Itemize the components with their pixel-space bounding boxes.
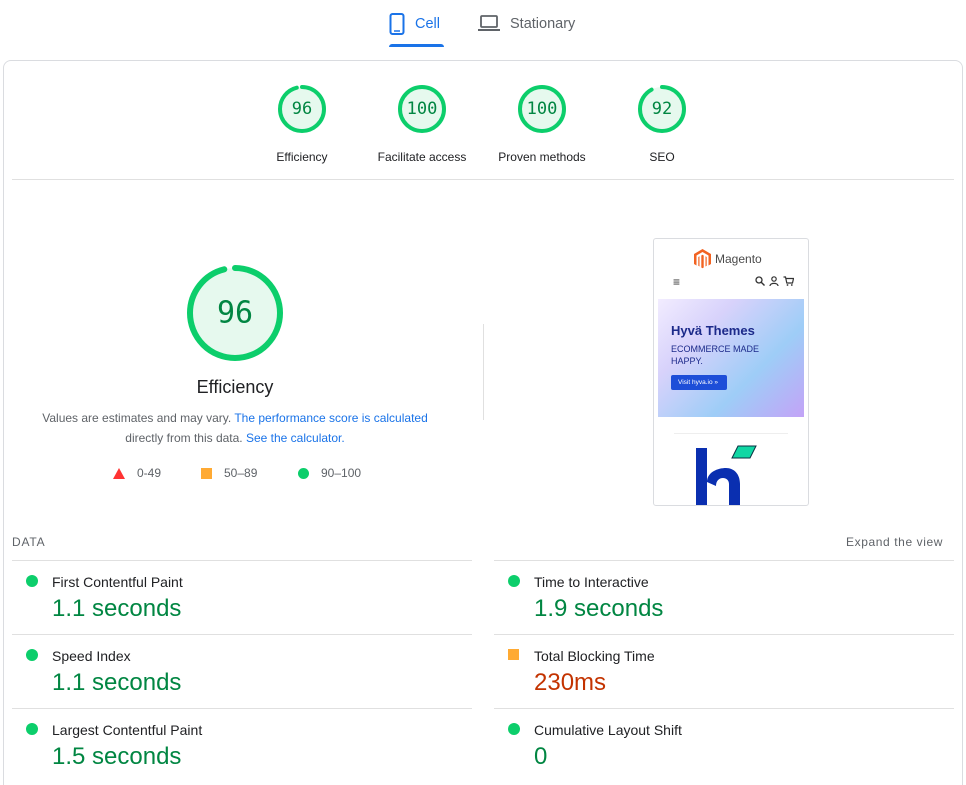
- pass-circle-icon: [26, 649, 38, 661]
- metric-value: 1.1 seconds: [52, 669, 182, 696]
- gauge-score: 92: [652, 99, 672, 119]
- hero-title: Hyvä Themes: [671, 323, 755, 338]
- pass-circle-icon: [508, 723, 520, 735]
- metric-row: Total Blocking Time 230ms: [494, 634, 954, 708]
- user-icon: [769, 276, 779, 286]
- metric-row: Cumulative Layout Shift 0: [494, 708, 954, 782]
- cart-icon: [783, 276, 794, 286]
- metric-value: 230ms: [534, 669, 607, 696]
- gauge-score: 96: [292, 99, 312, 119]
- tab-cell[interactable]: Cell: [389, 0, 444, 47]
- circle-icon: [298, 467, 309, 479]
- menu-icon: ≡: [673, 275, 681, 289]
- metric-name: Largest Contentful Paint: [52, 722, 203, 738]
- desc-text: directly from this data.: [125, 431, 246, 445]
- magento-logo: Magento: [694, 249, 762, 269]
- category-gauge[interactable]: 100 Facilitate access: [362, 84, 482, 164]
- metric-row: Largest Contentful Paint 1.5 seconds: [12, 708, 472, 782]
- phone-icon: [389, 12, 405, 35]
- metric-name: Speed Index: [52, 648, 131, 664]
- legend-label: 50–89: [224, 466, 258, 480]
- metric-name: Cumulative Layout Shift: [534, 722, 682, 738]
- score-ring: 92: [638, 85, 686, 133]
- divider: [12, 179, 954, 180]
- hero-banner: Hyvä Themes ECOMMERCE MADE HAPPY. Visit …: [658, 299, 804, 417]
- gauge-score: 96: [217, 296, 253, 331]
- average-square-icon: [508, 649, 519, 660]
- score-ring: 100: [398, 85, 446, 133]
- metric-value: 1.9 seconds: [534, 595, 664, 622]
- score-description: Values are estimates and may vary. The p…: [35, 408, 435, 448]
- magento-logo-icon: [694, 249, 711, 269]
- category-gauge[interactable]: 92 SEO: [602, 84, 722, 164]
- legend-label: 0-49: [137, 466, 162, 480]
- search-icon: [755, 276, 765, 286]
- hero-button: Visit hyva.io »: [671, 375, 727, 390]
- metric-row: First Contentful Paint 1.1 seconds: [12, 560, 472, 634]
- category-gauge[interactable]: 100 Proven methods: [482, 84, 602, 164]
- active-tab-indicator: [389, 44, 444, 47]
- hyva-logo: [674, 433, 788, 505]
- hero-subtitle: ECOMMERCE MADE HAPPY.: [671, 344, 760, 366]
- desc-text: Values are estimates and may vary.: [42, 411, 235, 425]
- laptop-icon: [478, 15, 500, 32]
- data-heading: DATA: [12, 535, 46, 549]
- calculator-link[interactable]: See the calculator.: [246, 431, 345, 445]
- pass-circle-icon: [508, 575, 520, 587]
- category-label: SEO: [649, 150, 675, 164]
- category-label: Efficiency: [276, 150, 328, 164]
- legend-average: 50–89: [201, 466, 257, 480]
- gauge-score: 100: [407, 99, 438, 119]
- metric-row: Speed Index 1.1 seconds: [12, 634, 472, 708]
- pass-circle-icon: [26, 575, 38, 587]
- metric-row: Time to Interactive 1.9 seconds: [494, 560, 954, 634]
- pass-circle-icon: [26, 723, 38, 735]
- tab-label: Stationary: [510, 15, 576, 32]
- category-label: Facilitate access: [377, 150, 467, 164]
- legend-fail: 0-49: [113, 466, 161, 480]
- score-ring: 100: [518, 85, 566, 133]
- metric-value: 0: [534, 743, 548, 770]
- metric-value: 1.5 seconds: [52, 743, 182, 770]
- hyva-logo-icon: [696, 445, 757, 505]
- triangle-icon: [113, 467, 125, 479]
- brand-name: Magento: [715, 252, 762, 266]
- device-tabs: Cell Stationary: [0, 0, 966, 48]
- square-icon: [201, 467, 212, 479]
- expand-view-toggle[interactable]: Expand the view: [846, 535, 943, 549]
- page-screenshot-preview: Magento ≡ Hyvä Themes ECOMMERCE MADE HAP…: [653, 238, 809, 506]
- legend-label: 90–100: [321, 466, 362, 480]
- metric-name: Total Blocking Time: [534, 648, 655, 664]
- tab-label: Cell: [415, 15, 440, 32]
- score-ring: 96: [278, 85, 326, 133]
- legend-pass: 90–100: [298, 466, 361, 480]
- gauge-score: 100: [527, 99, 558, 119]
- header-icons: [755, 276, 794, 286]
- performance-gauge: 96: [187, 265, 283, 361]
- category-label: Proven methods: [498, 150, 586, 164]
- score-calculated-link[interactable]: The performance score is calculated: [234, 411, 427, 425]
- metric-value: 1.1 seconds: [52, 595, 182, 622]
- category-gauge[interactable]: 96 Efficiency: [242, 84, 362, 164]
- vertical-divider: [483, 324, 484, 420]
- metric-name: Time to Interactive: [534, 574, 649, 590]
- metric-name: First Contentful Paint: [52, 574, 183, 590]
- tab-stationary[interactable]: Stationary: [478, 0, 588, 47]
- performance-title: Efficiency: [196, 377, 274, 397]
